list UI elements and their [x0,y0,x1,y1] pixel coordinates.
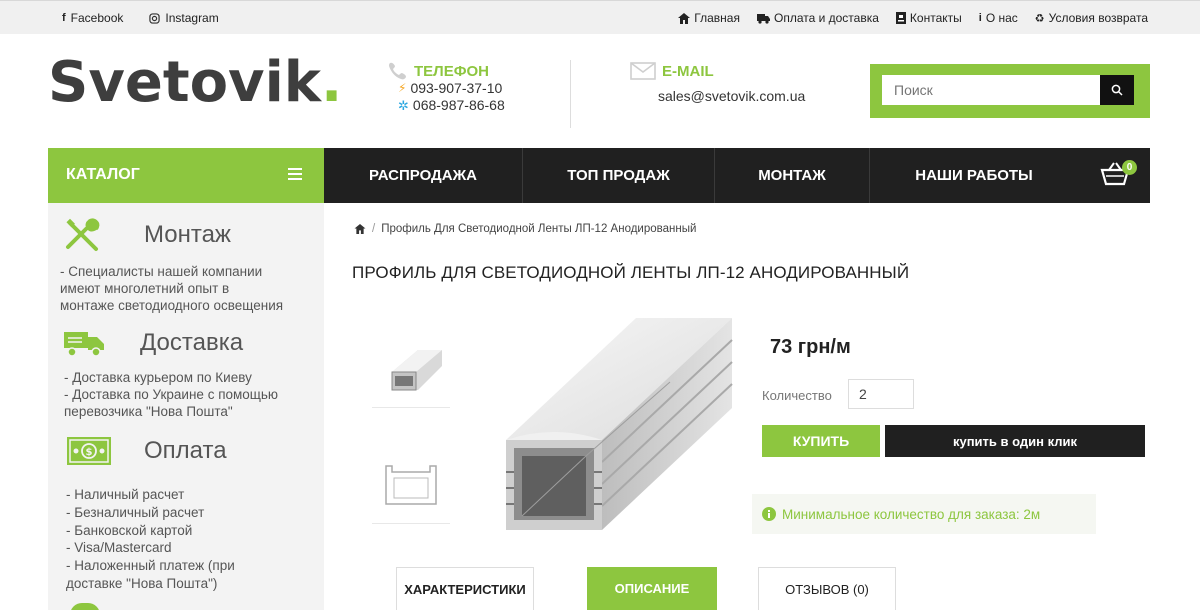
phone-2[interactable]: ✲ 068-987-86-68 [398,97,505,114]
search-icon [1111,84,1123,96]
breadcrumb-separator: / [372,223,376,235]
facebook-icon: f [62,12,66,24]
sidebar-montage-text: - Специалисты нашей компании имеют много… [60,264,284,313]
recycle-icon: ♻ [1034,12,1045,25]
profile-drawing-image [385,465,437,505]
phone-icon [389,62,406,80]
product-thumbnail-1[interactable] [372,328,450,408]
catalog-button[interactable]: КАТАЛОГ [48,148,324,203]
min-order-notice: Минимальное количество для заказа: 2м [752,494,1096,534]
led-profile-image [506,318,733,530]
menu-icon [288,168,302,180]
link-returns[interactable]: ♻ Условия возврата [1035,11,1148,25]
tab-reviews[interactable]: ОТЗЫВОВ (0) [758,567,896,610]
delivery-truck-icon [64,332,104,357]
truck-icon [756,13,770,24]
product-price: 73 грн/м [770,336,851,358]
kyivstar-icon: ✲ [398,98,409,113]
svg-text:$: $ [86,447,93,458]
buy-button[interactable]: КУПИТЬ [762,425,880,457]
sidebar-payment-heading: $ Оплата [66,436,227,466]
tab-characteristics[interactable]: ХАРАКТЕРИСТИКИ [396,567,534,610]
buy-one-click-button[interactable]: купить в один клик [885,425,1145,457]
home-icon[interactable] [354,224,366,234]
cart-button[interactable]: 0 [1100,160,1137,192]
tab-description[interactable]: ОПИСАНИЕ [587,567,717,610]
social-links: f Facebook Instagram [62,11,219,25]
sidebar-payment-text: - Наличный расчет - Безналичный расчет -… [66,487,235,591]
email-block: E-MAIL sales@svetovik.com.ua [630,62,805,104]
link-delivery[interactable]: Оплата и доставка [756,11,879,25]
sidebar-next-icon [70,603,100,610]
top-bar: f Facebook Instagram Главная Оплата и до… [0,0,1200,34]
facebook-link[interactable]: f Facebook [62,11,123,25]
lifecell-icon: ⚡ [398,81,407,95]
money-icon: $ [67,437,111,465]
nav-item-montage[interactable]: МОНТАЖ [715,148,870,203]
sidebar-delivery-text: - Доставка курьером по Киеву - Доставка … [64,370,279,419]
nav-item-sale[interactable]: РАСПРОДАЖА [324,148,523,203]
top-links: Главная Оплата и доставка Контакты i О н… [678,11,1148,25]
phone-heading: ТЕЛЕФОН [388,62,505,80]
email-address[interactable]: sales@svetovik.com.ua [658,88,805,104]
info-circle-icon [762,507,776,521]
link-contacts[interactable]: Контакты [895,11,962,25]
product-title: ПРОФИЛЬ ДЛЯ СВЕТОДИОДНОЙ ЛЕНТЫ ЛП-12 АНО… [352,263,910,282]
profile-thumbnail-image [391,350,442,391]
main-nav: РАСПРОДАЖА ТОП ПРОДАЖ МОНТАЖ НАШИ РАБОТЫ [324,148,1150,203]
header-divider [570,60,571,128]
email-heading: E-MAIL [630,62,805,80]
instagram-icon [149,12,161,24]
link-home[interactable]: Главная [678,11,740,25]
cart-count-badge: 0 [1122,160,1137,175]
product-thumbnail-2[interactable] [372,444,450,524]
breadcrumb-current: Профиль Для Светодиодной Ленты ЛП-12 Ано… [381,223,697,235]
phone-block: ТЕЛЕФОН ⚡ 093-907-37-10 ✲ 068-987-86-68 [388,62,505,114]
home-icon [678,12,691,24]
quantity-label: Количество [762,388,832,403]
search-box [870,64,1150,118]
sidebar-montage-heading: Монтаж [64,217,231,253]
nav-item-top-sales[interactable]: ТОП ПРОДАЖ [523,148,715,203]
nav-item-our-works[interactable]: НАШИ РАБОТЫ [870,148,1078,203]
info-icon: i [978,12,982,24]
sidebar: Монтаж - Специалисты нашей компании имею… [48,203,324,610]
tools-icon [66,218,100,251]
mail-icon [630,62,656,80]
site-logo[interactable]: Svetovik. [48,50,342,115]
contact-card-icon [895,12,906,24]
search-button[interactable] [1100,75,1134,105]
search-input[interactable] [882,75,1100,105]
breadcrumb: / Профиль Для Светодиодной Ленты ЛП-12 А… [354,223,696,235]
sidebar-delivery-heading: Доставка [64,328,243,358]
phone-1[interactable]: ⚡ 093-907-37-10 [398,80,505,97]
product-main-image[interactable] [470,312,750,562]
instagram-link[interactable]: Instagram [149,11,219,25]
link-about[interactable]: i О нас [979,11,1018,25]
quantity-input[interactable] [848,379,914,409]
